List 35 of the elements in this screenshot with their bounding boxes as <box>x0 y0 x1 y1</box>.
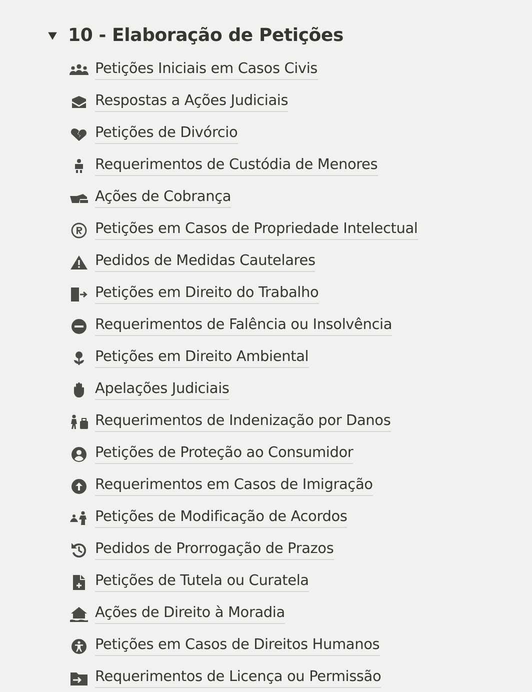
broken-heart-icon <box>69 126 89 142</box>
page-link[interactable]: Petições em Casos de Propriedade Intelectual <box>95 220 418 240</box>
page-link[interactable]: Petições em Direito Ambiental <box>95 348 309 368</box>
page-link[interactable]: Petições em Direito do Trabalho <box>95 284 319 304</box>
page-link[interactable]: Requerimentos de Indenização por Danos <box>95 412 391 432</box>
no-entry-icon <box>69 318 89 334</box>
page-link[interactable]: Petições de Modificação de Acordos <box>95 508 348 528</box>
page-link[interactable]: Requerimentos de Falência ou Insolvência <box>95 316 392 336</box>
page-link[interactable]: Petições de Proteção ao Consumidor <box>95 444 354 464</box>
page-link[interactable]: Petições de Divórcio <box>95 124 238 144</box>
page-link[interactable]: Requerimentos de Licença ou Permissão <box>95 668 382 688</box>
door-exit-icon <box>69 286 89 302</box>
page-link[interactable]: Requerimentos de Custódia de Menores <box>95 156 378 176</box>
page-link[interactable]: Pedidos de Prorrogação de Prazos <box>95 540 334 560</box>
folder-icon <box>69 670 89 686</box>
page-link[interactable]: Petições Iniciais em Casos Civis <box>95 60 318 80</box>
toggle-heading: 10 - Elaboração de Petições <box>68 24 344 48</box>
person-luggage-icon <box>69 414 89 430</box>
page-link[interactable]: Ações de Direito à Moradia <box>95 604 285 624</box>
user-circle-icon <box>69 446 89 462</box>
warning-icon <box>69 254 89 270</box>
page-link[interactable]: Petições em Casos de Direitos Humanos <box>95 636 380 656</box>
people-icon <box>69 510 89 526</box>
page-link[interactable]: Requerimentos em Casos de Imigração <box>95 476 373 496</box>
page-link[interactable]: Respostas a Ações Judiciais <box>95 92 288 112</box>
page-link[interactable]: Pedidos de Medidas Cautelares <box>95 252 316 272</box>
page-link[interactable]: Ações de Cobrança <box>95 188 232 208</box>
accessibility-icon <box>69 638 89 654</box>
registered-icon <box>69 222 89 238</box>
arrow-up-circle-icon <box>69 478 89 494</box>
house-flood-icon <box>69 606 89 622</box>
envelope-icon <box>69 94 89 110</box>
history-icon <box>69 542 89 558</box>
page-link[interactable]: Petições de Tutela ou Curatela <box>95 572 309 592</box>
page-link[interactable]: Apelações Judiciais <box>95 380 230 400</box>
